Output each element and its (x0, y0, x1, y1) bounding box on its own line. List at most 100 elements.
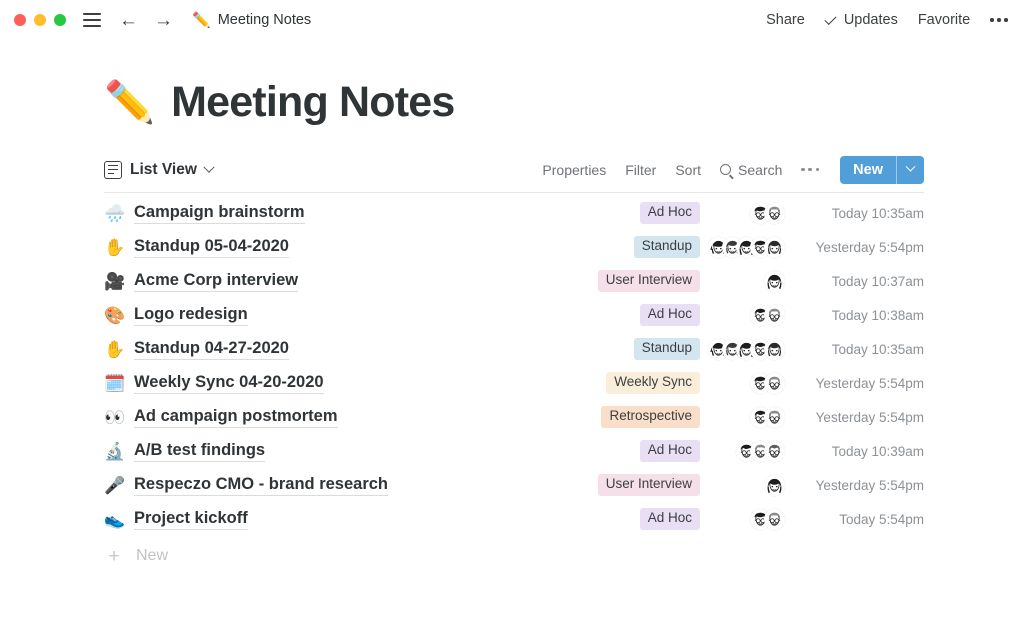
row-title[interactable]: Logo redesign (134, 305, 248, 326)
timestamp: Today 10:35am (796, 206, 924, 221)
forward-arrow-icon[interactable]: → (154, 11, 173, 30)
avatar-group[interactable] (711, 373, 785, 394)
avatar (764, 441, 785, 462)
running-shoe-icon[interactable]: 👟 (104, 511, 124, 528)
updates-label: Updates (844, 12, 898, 28)
status-badge[interactable]: Weekly Sync (606, 372, 700, 394)
view-selector-list-view[interactable]: List View (104, 161, 213, 179)
avatar-group[interactable] (711, 509, 785, 530)
new-button-label: New (840, 156, 896, 184)
avatar-group[interactable] (711, 339, 785, 360)
row-title[interactable]: A/B test findings (134, 441, 265, 462)
eyes-icon[interactable]: 👀 (104, 409, 124, 426)
status-badge[interactable]: User Interview (598, 270, 700, 292)
avatar (764, 373, 785, 394)
artist-palette-icon[interactable]: 🎨 (104, 307, 124, 324)
row-title[interactable]: Standup 04-27-2020 (134, 339, 289, 360)
table-row[interactable]: 🎨 Logo redesign Ad HocToday 10:38am (104, 298, 924, 332)
row-title[interactable]: Standup 05-04-2020 (134, 237, 289, 258)
database-list: 🌧️ Campaign brainstorm Ad Hoc Today 10:35am… (104, 196, 924, 536)
row-meta: RetrospectiveYesterday 5:54pm (601, 406, 924, 428)
row-title[interactable]: Project kickoff (134, 509, 248, 530)
avatar-group[interactable] (711, 237, 785, 258)
status-badge[interactable]: Standup (634, 236, 700, 258)
avatar-group[interactable] (711, 271, 785, 292)
avatar-group[interactable] (711, 305, 785, 326)
search-button[interactable]: Search (720, 162, 782, 178)
table-row[interactable]: 🎥 Acme Corp interview User Interview Today … (104, 264, 924, 298)
row-meta: Ad Hoc Today 10:35am (640, 202, 924, 224)
raised-hand-icon[interactable]: ✋ (104, 239, 124, 256)
properties-button[interactable]: Properties (542, 162, 606, 178)
microscope-icon[interactable]: 🔬 (104, 443, 124, 460)
row-title[interactable]: Weekly Sync 04-20-2020 (134, 373, 324, 394)
timestamp: Today 10:39am (796, 444, 924, 459)
status-badge[interactable]: Ad Hoc (640, 202, 700, 224)
row-title[interactable]: Respeczo CMO - brand research (134, 475, 388, 496)
updates-button[interactable]: Updates (825, 12, 898, 28)
table-row[interactable]: 🌧️ Campaign brainstorm Ad Hoc Today 10:35am (104, 196, 924, 230)
view-more-options-icon[interactable] (801, 168, 819, 172)
row-main: 👟 Project kickoff (104, 509, 248, 530)
add-new-row-button[interactable]: + New (104, 539, 924, 573)
table-row[interactable]: 👟Project kickoffAd HocToday 5:54pm (104, 502, 924, 536)
view-toolbar-actions: Properties Filter Sort Search New (542, 156, 924, 184)
table-row[interactable]: ✋ Standup 04-27-2020 StandupToday 10:35am (104, 332, 924, 366)
page-title-text[interactable]: Meeting Notes (171, 78, 454, 127)
row-meta: Standup Yesterday 5:54pm (634, 236, 924, 258)
maximize-window-button[interactable] (54, 14, 66, 26)
rain-cloud-icon[interactable]: 🌧️ (104, 205, 124, 222)
avatar-group[interactable] (711, 441, 785, 462)
status-badge[interactable]: Retrospective (601, 406, 700, 428)
sort-button[interactable]: Sort (675, 162, 701, 178)
table-row[interactable]: ✋ Standup 05-04-2020 Standup Yesterday 5:54… (104, 230, 924, 264)
spiral-notepad-icon[interactable]: 🗓️ (104, 375, 124, 392)
pencil-icon[interactable]: ✏️ (104, 82, 155, 123)
avatar (764, 305, 785, 326)
share-button[interactable]: Share (766, 12, 805, 28)
movie-camera-icon[interactable]: 🎥 (104, 273, 124, 290)
status-badge[interactable]: Ad Hoc (640, 440, 700, 462)
close-window-button[interactable] (14, 14, 26, 26)
new-button-dropdown[interactable] (897, 156, 924, 184)
row-title[interactable]: Campaign brainstorm (134, 203, 305, 224)
status-badge[interactable]: User Interview (598, 474, 700, 496)
row-meta: Weekly Sync Yesterday 5:54pm (606, 372, 924, 394)
breadcrumb[interactable]: ✏️ Meeting Notes (192, 12, 311, 28)
status-badge[interactable]: Standup (634, 338, 700, 360)
back-arrow-icon[interactable]: ← (119, 11, 138, 30)
row-meta: Ad HocToday 10:38am (640, 304, 924, 326)
row-main: 👀 Ad campaign postmortem (104, 407, 338, 428)
menu-icon[interactable] (83, 13, 101, 27)
timestamp: Today 10:37am (796, 274, 924, 289)
filter-button[interactable]: Filter (625, 162, 656, 178)
row-title[interactable]: Ad campaign postmortem (134, 407, 338, 428)
row-meta: Ad Hoc Today 10:39am (640, 440, 924, 462)
row-main: 🎥 Acme Corp interview (104, 271, 298, 292)
timestamp: Yesterday 5:54pm (796, 376, 924, 391)
status-badge[interactable]: Ad Hoc (640, 508, 700, 530)
more-options-icon[interactable] (990, 18, 1008, 22)
window-actions: Share Updates Favorite (766, 12, 1008, 28)
avatar-group[interactable] (711, 407, 785, 428)
timestamp: Yesterday 5:54pm (796, 478, 924, 493)
avatar-group[interactable] (711, 475, 785, 496)
plus-icon: + (104, 547, 124, 566)
table-row[interactable]: 🔬 A/B test findings Ad Hoc Today 10:39am (104, 434, 924, 468)
microphone-icon[interactable]: 🎤 (104, 477, 124, 494)
new-button[interactable]: New (840, 156, 924, 184)
raised-hand-icon[interactable]: ✋ (104, 341, 124, 358)
avatar (764, 475, 785, 496)
table-row[interactable]: 👀 Ad campaign postmortem RetrospectiveYest… (104, 400, 924, 434)
favorite-button[interactable]: Favorite (918, 12, 970, 28)
row-meta: User Interview Yesterday 5:54pm (598, 474, 924, 496)
table-row[interactable]: 🗓️ Weekly Sync 04-20-2020 Weekly Sync Yeste… (104, 366, 924, 400)
avatar-group[interactable] (711, 203, 785, 224)
status-badge[interactable]: Ad Hoc (640, 304, 700, 326)
timestamp: Yesterday 5:54pm (796, 240, 924, 255)
avatar (764, 271, 785, 292)
table-row[interactable]: 🎤 Respeczo CMO - brand research User Inter… (104, 468, 924, 502)
minimize-window-button[interactable] (34, 14, 46, 26)
row-title[interactable]: Acme Corp interview (134, 271, 298, 292)
row-meta: StandupToday 10:35am (634, 338, 924, 360)
